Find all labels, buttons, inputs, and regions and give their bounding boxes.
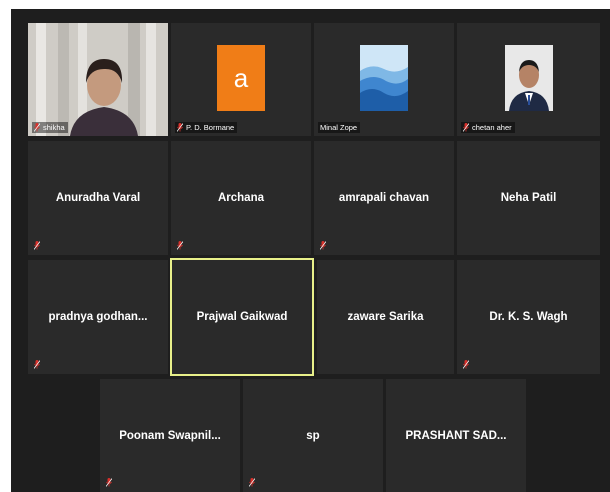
muted-mic-icon [463, 123, 469, 132]
video-tile-pd-bormane[interactable]: a P. D. Bormane [171, 23, 311, 136]
participant-name: Anuradha Varal [55, 192, 141, 204]
muted-mic-icon [106, 478, 112, 487]
participant-tile[interactable]: sp [243, 379, 383, 492]
muted-mic-icon [34, 360, 40, 369]
participant-name: shikha [43, 123, 65, 132]
participant-tile[interactable]: PRASHANT SAD... [386, 379, 526, 492]
participant-tile[interactable]: Neha Patil [457, 141, 600, 255]
meeting-gallery-view: shikha a P. D. Bormane Minal Zope chetan… [11, 9, 610, 492]
participant-tile[interactable]: Poonam Swapnil... [100, 379, 240, 492]
participant-tile[interactable]: pradnya godhan... [28, 260, 168, 374]
participant-name: Poonam Swapnil... [119, 429, 221, 442]
participant-name: zaware Sarika [347, 311, 424, 323]
participant-name: Neha Patil [500, 192, 557, 204]
participant-tile[interactable]: Dr. K. S. Wagh [457, 260, 600, 374]
avatar-letter: a [233, 62, 249, 93]
muted-mic-icon [177, 241, 183, 250]
participant-caption: chetan aher [461, 122, 515, 133]
participant-tile[interactable]: Anuradha Varal [28, 141, 168, 255]
avatar [504, 45, 553, 111]
video-tile-shikha[interactable]: shikha [28, 23, 168, 136]
participant-caption: shikha [32, 122, 68, 133]
muted-mic-icon [249, 478, 255, 487]
participant-name: Archana [217, 192, 265, 204]
participant-name: sp [306, 429, 320, 442]
muted-mic-icon [463, 360, 469, 369]
participant-name: P. D. Bormane [186, 123, 235, 132]
participant-tile[interactable]: Archana [171, 141, 311, 255]
participant-name: chetan aher [472, 123, 512, 132]
participant-caption: Minal Zope [318, 122, 361, 133]
avatar [360, 45, 408, 111]
participant-video [28, 23, 168, 136]
muted-mic-icon [34, 241, 40, 250]
participant-caption: P. D. Bormane [175, 122, 238, 133]
participant-tile[interactable]: zaware Sarika [317, 260, 454, 374]
participant-tile[interactable]: amrapali chavan [314, 141, 454, 255]
muted-mic-icon [177, 123, 183, 132]
participant-name: Minal Zope [320, 123, 358, 132]
avatar: a [217, 45, 265, 111]
muted-mic-icon [320, 241, 326, 250]
active-speaker-tile[interactable]: Prajwal Gaikwad [170, 258, 314, 376]
participant-name: PRASHANT SAD... [405, 429, 507, 442]
muted-mic-icon [34, 123, 40, 132]
participant-name: pradnya godhan... [48, 311, 148, 323]
participant-name: Prajwal Gaikwad [196, 311, 288, 323]
participant-name: amrapali chavan [338, 192, 430, 204]
participant-name: Dr. K. S. Wagh [489, 311, 568, 323]
video-tile-minal-zope[interactable]: Minal Zope [314, 23, 454, 136]
video-tile-chetan-aher[interactable]: chetan aher [457, 23, 600, 136]
